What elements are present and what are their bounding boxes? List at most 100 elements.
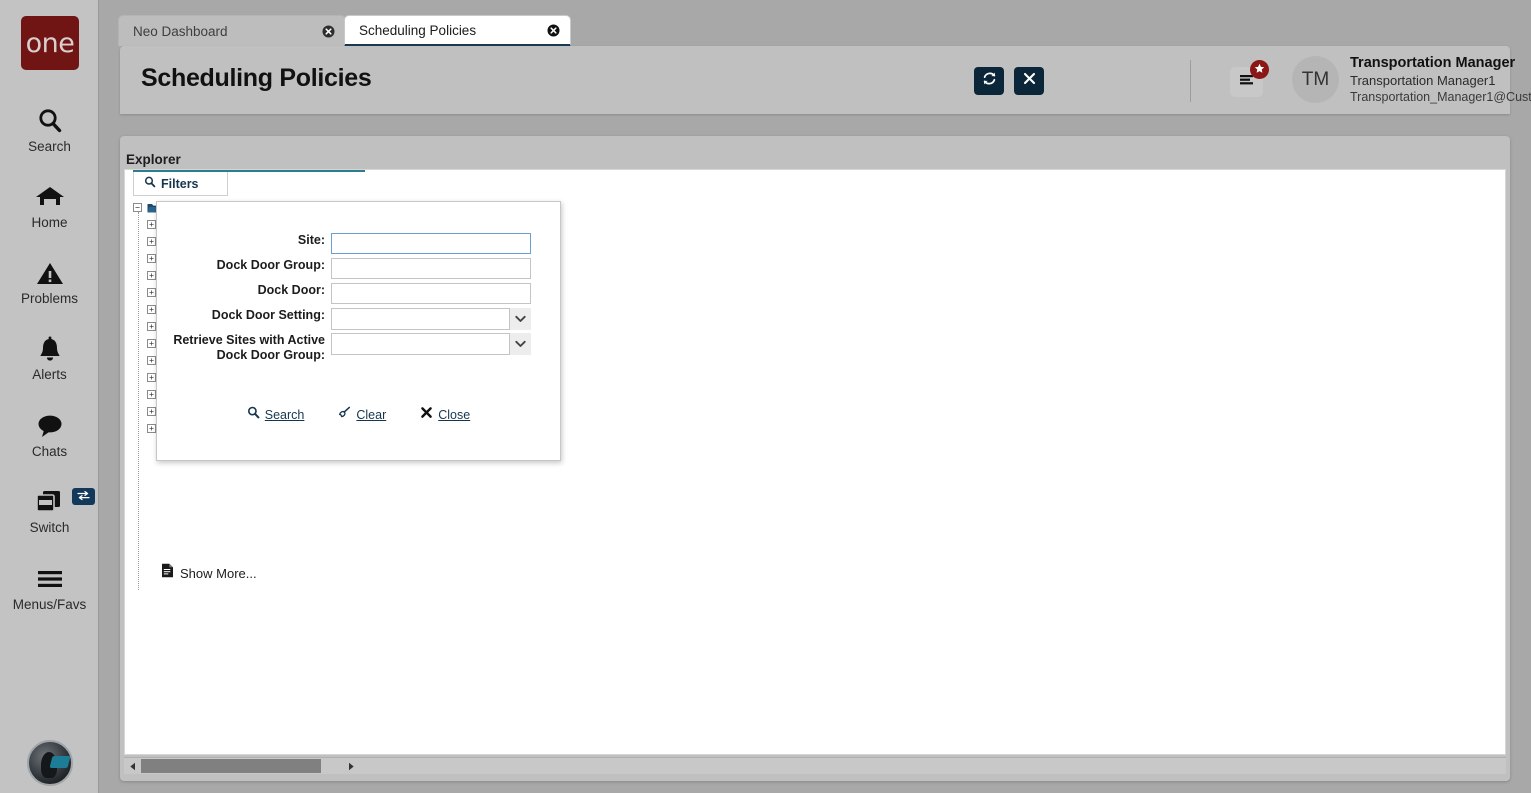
chevron-down-icon[interactable] — [509, 333, 531, 355]
horizontal-scrollbar[interactable] — [124, 757, 1506, 774]
sidebar-item-alerts[interactable]: Alerts — [0, 333, 99, 382]
user-name: Transportation Manager1 — [1350, 73, 1496, 88]
filter-label-site: Site: — [297, 233, 325, 247]
filter-clear-label: Clear — [356, 408, 387, 422]
hamburger-icon — [35, 563, 65, 595]
sidebar-item-label: Home — [31, 215, 68, 230]
show-more-label: Show More... — [180, 565, 257, 581]
sidebar-item-problems[interactable]: Problems — [0, 257, 99, 306]
filter-close-button[interactable]: Close — [420, 406, 470, 424]
explorer-pane: Filters − + + + + + + + + + + + + + Show… — [124, 169, 1506, 755]
assistant-avatar-icon[interactable] — [27, 740, 73, 786]
tab-neo-dashboard[interactable]: Neo Dashboard — [118, 15, 346, 46]
tree-toggle-expand[interactable]: + — [147, 237, 156, 246]
tree-toggle-expand[interactable]: + — [147, 373, 156, 382]
triangle-left-icon[interactable] — [125, 758, 140, 774]
brush-icon — [338, 406, 351, 424]
filter-search-button[interactable]: Search — [247, 406, 305, 424]
tab-scheduling-policies[interactable]: Scheduling Policies — [344, 15, 571, 47]
assistant-accent-shape — [49, 756, 71, 768]
app-logo-text: one — [25, 27, 75, 59]
close-page-button[interactable] — [1014, 67, 1044, 95]
filter-actions: Search Clear Close — [157, 406, 560, 424]
triangle-right-icon[interactable] — [343, 758, 358, 774]
page-title: Scheduling Policies — [141, 64, 372, 92]
page-header: Scheduling Policies TM Transportation Ma… — [120, 46, 1531, 114]
page-content-card: Explorer Filters − + + + + + + + + + + +… — [120, 136, 1510, 781]
sidebar-item-label: Menus/Favs — [12, 597, 87, 612]
filter-row-dock-door: Dock Door: — [157, 283, 560, 304]
chevron-down-icon[interactable] — [509, 308, 531, 330]
dock-door-setting-select[interactable] — [331, 308, 531, 330]
sidebar-item-menus-favs[interactable]: Menus/Favs — [0, 563, 99, 612]
tree-toggle-expand[interactable]: + — [147, 254, 156, 263]
filter-label-dock-door: Dock Door: — [257, 283, 325, 297]
show-more-link[interactable]: Show More... — [161, 563, 257, 583]
tree-toggle-expand[interactable]: + — [147, 424, 156, 433]
left-navigation-rail: one Search Home Problems Alerts Chats Sw… — [0, 0, 99, 793]
sidebar-item-label: Switch — [29, 520, 70, 535]
filter-label-dock-door-group: Dock Door Group: — [216, 258, 325, 272]
user-login: Transportation_Manager1@CustomerA — [1350, 90, 1531, 104]
search-icon — [144, 175, 156, 193]
filter-row-retrieve-sites: Retrieve Sites with Active Dock Door Gro… — [157, 333, 560, 363]
switch-badge[interactable] — [72, 488, 95, 505]
chat-bubble-icon — [35, 410, 65, 442]
tab-label: Neo Dashboard — [133, 23, 228, 39]
tree-toggle-expand[interactable]: + — [147, 271, 156, 280]
dock-door-group-input[interactable] — [331, 258, 531, 279]
filter-row-dock-door-group: Dock Door Group: — [157, 258, 560, 279]
sidebar-item-chats[interactable]: Chats — [0, 410, 99, 459]
filter-label-dock-door-setting: Dock Door Setting: — [211, 308, 325, 322]
bell-icon — [36, 333, 64, 365]
tree-toggle-expand[interactable]: + — [147, 322, 156, 331]
sidebar-item-label: Chats — [31, 444, 68, 459]
sidebar-item-home[interactable]: Home — [0, 181, 99, 230]
star-icon — [1254, 63, 1265, 77]
tree-toggle-expand[interactable]: + — [147, 407, 156, 416]
sidebar-item-label: Search — [28, 139, 71, 154]
tree-toggle-expand[interactable]: + — [147, 339, 156, 348]
avatar-initials: TM — [1301, 68, 1330, 90]
tree-toggle-expand[interactable]: + — [147, 220, 156, 229]
tab-label: Scheduling Policies — [359, 22, 477, 38]
windows-stack-icon — [34, 486, 66, 518]
sidebar-item-search[interactable]: Search — [0, 105, 99, 154]
sidebar-item-label: Alerts — [32, 367, 67, 382]
close-x-icon — [420, 406, 433, 424]
filter-clear-button[interactable]: Clear — [338, 406, 386, 424]
scrollbar-thumb[interactable] — [141, 759, 321, 773]
app-logo[interactable]: one — [21, 16, 79, 70]
app-root: one Search Home Problems Alerts Chats Sw… — [0, 0, 1531, 793]
close-x-icon — [1022, 71, 1037, 91]
tab-filters-label: Filters — [161, 176, 199, 191]
site-input[interactable] — [331, 233, 531, 254]
close-circle-icon[interactable] — [322, 25, 335, 38]
search-icon — [247, 406, 260, 424]
filter-search-label: Search — [264, 408, 305, 422]
tree-toggle-expand[interactable]: + — [147, 305, 156, 314]
tree-toggle-expand[interactable]: + — [147, 390, 156, 399]
retrieve-sites-select[interactable] — [331, 333, 531, 355]
explorer-label: Explorer — [126, 152, 181, 167]
document-icon — [161, 563, 174, 583]
avatar[interactable]: TM — [1292, 56, 1339, 103]
browser-tab-strip: Neo Dashboard Scheduling Policies — [110, 0, 1531, 47]
refresh-button[interactable] — [974, 67, 1004, 95]
tab-filters[interactable]: Filters — [133, 172, 228, 196]
home-icon — [35, 181, 65, 213]
filter-row-site: Site: — [157, 233, 560, 254]
tree-toggle-collapse[interactable]: − — [133, 203, 142, 212]
filters-panel: Site: Dock Door Group: Dock Door: Dock D… — [156, 201, 561, 461]
menu-notification-badge[interactable] — [1250, 60, 1269, 79]
dock-door-input[interactable] — [331, 283, 531, 304]
retrieve-sites-select-box — [331, 333, 531, 355]
tree-toggle-expand[interactable]: + — [147, 288, 156, 297]
sidebar-item-label: Problems — [20, 291, 79, 306]
close-circle-icon[interactable] — [547, 24, 560, 37]
header-divider — [1190, 60, 1191, 102]
user-role: Transportation Manager — [1350, 55, 1516, 71]
tree-toggle-expand[interactable]: + — [147, 356, 156, 365]
search-icon — [36, 105, 64, 137]
filter-row-dock-door-setting: Dock Door Setting: — [157, 308, 560, 330]
